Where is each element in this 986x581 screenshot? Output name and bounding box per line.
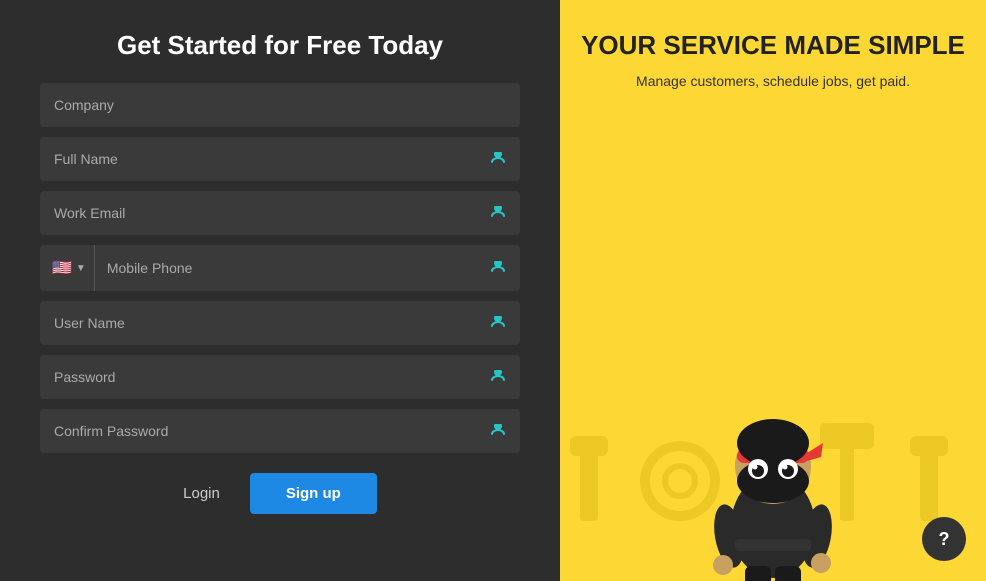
full-name-input[interactable]: [40, 137, 520, 181]
password-field-wrapper: [40, 355, 520, 399]
work-email-input[interactable]: [40, 191, 520, 235]
username-field-wrapper: [40, 301, 520, 345]
mobile-phone-field-wrapper: 🇺🇸 ▼: [40, 245, 520, 291]
country-selector[interactable]: 🇺🇸 ▼: [40, 245, 95, 291]
signup-button[interactable]: Sign up: [250, 473, 377, 514]
help-button[interactable]: ?: [922, 517, 966, 561]
action-row: Login Sign up: [40, 473, 520, 514]
work-email-field-wrapper: [40, 191, 520, 235]
flag-icon: 🇺🇸: [52, 258, 72, 278]
signup-form: 🇺🇸 ▼: [40, 83, 520, 514]
confirm-password-field-wrapper: [40, 409, 520, 453]
right-title: YOUR SERVICE MADE SIMPLE: [581, 30, 965, 61]
password-input[interactable]: [40, 355, 520, 399]
company-field-wrapper: [40, 83, 520, 127]
right-panel: YOUR SERVICE MADE SIMPLE Manage customer…: [560, 0, 986, 581]
username-input[interactable]: [40, 301, 520, 345]
page-title: Get Started for Free Today: [117, 30, 443, 61]
full-name-field-wrapper: [40, 137, 520, 181]
flag-chevron-icon: ▼: [76, 263, 86, 274]
mobile-phone-input[interactable]: [95, 246, 480, 290]
ninja-illustration: [693, 371, 853, 581]
login-button[interactable]: Login: [183, 485, 220, 502]
right-subtitle: Manage customers, schedule jobs, get pai…: [636, 73, 910, 89]
company-input[interactable]: [40, 83, 520, 127]
confirm-password-input[interactable]: [40, 409, 520, 453]
left-panel: Get Started for Free Today: [0, 0, 560, 581]
